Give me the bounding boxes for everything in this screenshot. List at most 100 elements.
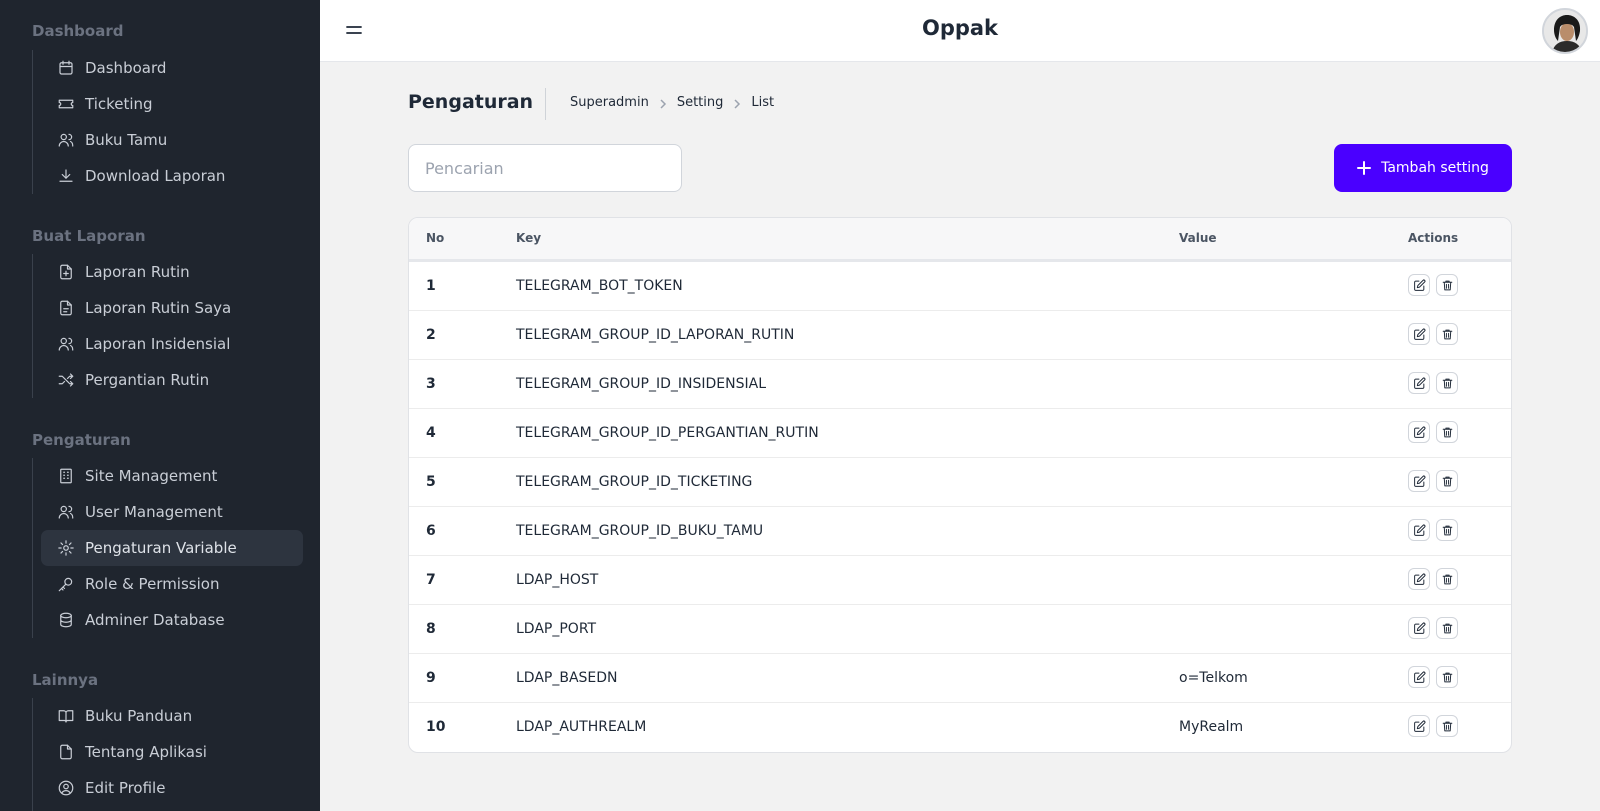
edit-icon xyxy=(1413,475,1425,487)
sidebar-item-edit-profile[interactable]: Edit Profile xyxy=(41,770,303,806)
avatar[interactable] xyxy=(1542,8,1588,54)
table-row: 6 TELEGRAM_GROUP_ID_BUKU_TAMU xyxy=(409,507,1511,556)
edit-icon xyxy=(1413,328,1425,340)
page-title: Pengaturan xyxy=(408,91,534,113)
sidebar-item-label: Pergantian Rutin xyxy=(85,371,210,389)
delete-button[interactable] xyxy=(1436,568,1458,590)
table-header: No Key Value Actions xyxy=(409,218,1511,262)
edit-button[interactable] xyxy=(1408,470,1430,492)
trash-icon xyxy=(1442,623,1452,633)
edit-icon xyxy=(1413,671,1425,683)
trash-icon xyxy=(1442,329,1452,339)
users-icon xyxy=(57,335,75,353)
file-icon xyxy=(57,743,75,761)
sidebar-item-tentang-aplikasi[interactable]: Tentang Aplikasi xyxy=(41,734,303,770)
sidebar-item-site-management[interactable]: Site Management xyxy=(41,458,303,494)
delete-button[interactable] xyxy=(1436,666,1458,688)
row-actions xyxy=(1408,519,1458,541)
breadcrumb: Superadmin Setting List xyxy=(570,95,774,110)
sidebar-item-label: Laporan Rutin Saya xyxy=(85,299,232,317)
chevron-right-icon xyxy=(733,98,741,109)
row-no: 9 xyxy=(426,670,436,686)
delete-button[interactable] xyxy=(1436,372,1458,394)
sidebar-item-laporan-rutin-saya[interactable]: Laporan Rutin Saya xyxy=(41,290,303,326)
sidebar-section-title: Dashboard xyxy=(32,22,124,40)
table-row: 4 TELEGRAM_GROUP_ID_PERGANTIAN_RUTIN xyxy=(409,409,1511,458)
delete-button[interactable] xyxy=(1436,421,1458,443)
column-header-value: Value xyxy=(1179,231,1217,245)
sidebar-item-label: Tentang Aplikasi xyxy=(85,743,207,761)
add-setting-label: Tambah setting xyxy=(1381,160,1489,176)
key-icon xyxy=(57,575,75,593)
delete-button[interactable] xyxy=(1436,617,1458,639)
edit-button[interactable] xyxy=(1408,274,1430,296)
column-header-no: No xyxy=(426,231,445,245)
sidebar-item-buku-panduan[interactable]: Buku Panduan xyxy=(41,698,303,734)
sidebar-item-laporan-rutin[interactable]: Laporan Rutin xyxy=(41,254,303,290)
sidebar-item-download-laporan[interactable]: Download Laporan xyxy=(41,158,303,194)
sidebar-item-adminer-database[interactable]: Adminer Database xyxy=(41,602,303,638)
delete-button[interactable] xyxy=(1436,323,1458,345)
trash-icon xyxy=(1442,574,1452,584)
sidebar-item-label: Edit Profile xyxy=(85,779,166,797)
edit-icon xyxy=(1413,622,1425,634)
edit-button[interactable] xyxy=(1408,617,1430,639)
row-no: 7 xyxy=(426,572,436,588)
settings-table: No Key Value Actions 1 TELEGRAM_BOT_TOKE… xyxy=(408,217,1512,753)
book-icon xyxy=(57,707,75,725)
users-icon xyxy=(57,131,75,149)
delete-button[interactable] xyxy=(1436,519,1458,541)
edit-button[interactable] xyxy=(1408,568,1430,590)
table-row: 5 TELEGRAM_GROUP_ID_TICKETING xyxy=(409,458,1511,507)
gear-icon xyxy=(57,539,75,557)
delete-button[interactable] xyxy=(1436,715,1458,737)
row-actions xyxy=(1408,421,1458,443)
row-actions xyxy=(1408,372,1458,394)
sidebar-item-role-permission[interactable]: Role & Permission xyxy=(41,566,303,602)
edit-button[interactable] xyxy=(1408,372,1430,394)
ticket-icon xyxy=(57,95,75,113)
table-row: 9 LDAP_BASEDN o=Telkom xyxy=(409,654,1511,703)
file-text-icon xyxy=(57,299,75,317)
row-key: LDAP_HOST xyxy=(516,572,599,588)
table-row: 8 LDAP_PORT xyxy=(409,605,1511,654)
search-input[interactable] xyxy=(408,144,682,192)
edit-button[interactable] xyxy=(1408,666,1430,688)
sidebar-item-label: Pengaturan Variable xyxy=(85,539,237,557)
table-row: 10 LDAP_AUTHREALM MyRealm xyxy=(409,703,1511,752)
sidebar-item-label: Buku Tamu xyxy=(85,131,168,149)
sidebar-item-label: Laporan Insidensial xyxy=(85,335,231,353)
breadcrumb-item[interactable]: Superadmin xyxy=(570,95,649,110)
sidebar-item-pengaturan-variable[interactable]: Pengaturan Variable xyxy=(41,530,303,566)
sidebar-item-label: Role & Permission xyxy=(85,575,220,593)
add-setting-button[interactable]: Tambah setting xyxy=(1334,144,1512,192)
sidebar-item-dashboard[interactable]: Dashboard xyxy=(41,50,303,86)
row-key: TELEGRAM_BOT_TOKEN xyxy=(516,278,683,294)
sidebar-group: Site Management User Management Pengatur… xyxy=(32,458,303,638)
edit-button[interactable] xyxy=(1408,715,1430,737)
edit-button[interactable] xyxy=(1408,323,1430,345)
row-key: TELEGRAM_GROUP_ID_PERGANTIAN_RUTIN xyxy=(516,425,819,441)
title-divider xyxy=(545,88,546,120)
row-key: LDAP_AUTHREALM xyxy=(516,719,647,735)
sidebar-item-ticketing[interactable]: Ticketing xyxy=(41,86,303,122)
sidebar-item-laporan-insidensial[interactable]: Laporan Insidensial xyxy=(41,326,303,362)
edit-button[interactable] xyxy=(1408,519,1430,541)
sidebar-item-pergantian-rutin[interactable]: Pergantian Rutin xyxy=(41,362,303,398)
breadcrumb-item[interactable]: Setting xyxy=(677,95,724,110)
trash-icon xyxy=(1442,721,1452,731)
edit-button[interactable] xyxy=(1408,421,1430,443)
row-actions xyxy=(1408,274,1458,296)
sidebar-item-user-management[interactable]: User Management xyxy=(41,494,303,530)
database-icon xyxy=(57,611,75,629)
row-no: 2 xyxy=(426,327,436,343)
delete-button[interactable] xyxy=(1436,274,1458,296)
delete-button[interactable] xyxy=(1436,470,1458,492)
trash-icon xyxy=(1442,672,1452,682)
sidebar: Dashboard Dashboard Ticketing Buku Tamu … xyxy=(0,0,320,811)
table-row: 3 TELEGRAM_GROUP_ID_INSIDENSIAL xyxy=(409,360,1511,409)
row-actions xyxy=(1408,568,1458,590)
sidebar-item-buku-tamu[interactable]: Buku Tamu xyxy=(41,122,303,158)
file-plus-icon xyxy=(57,263,75,281)
chevron-right-icon xyxy=(659,98,667,109)
